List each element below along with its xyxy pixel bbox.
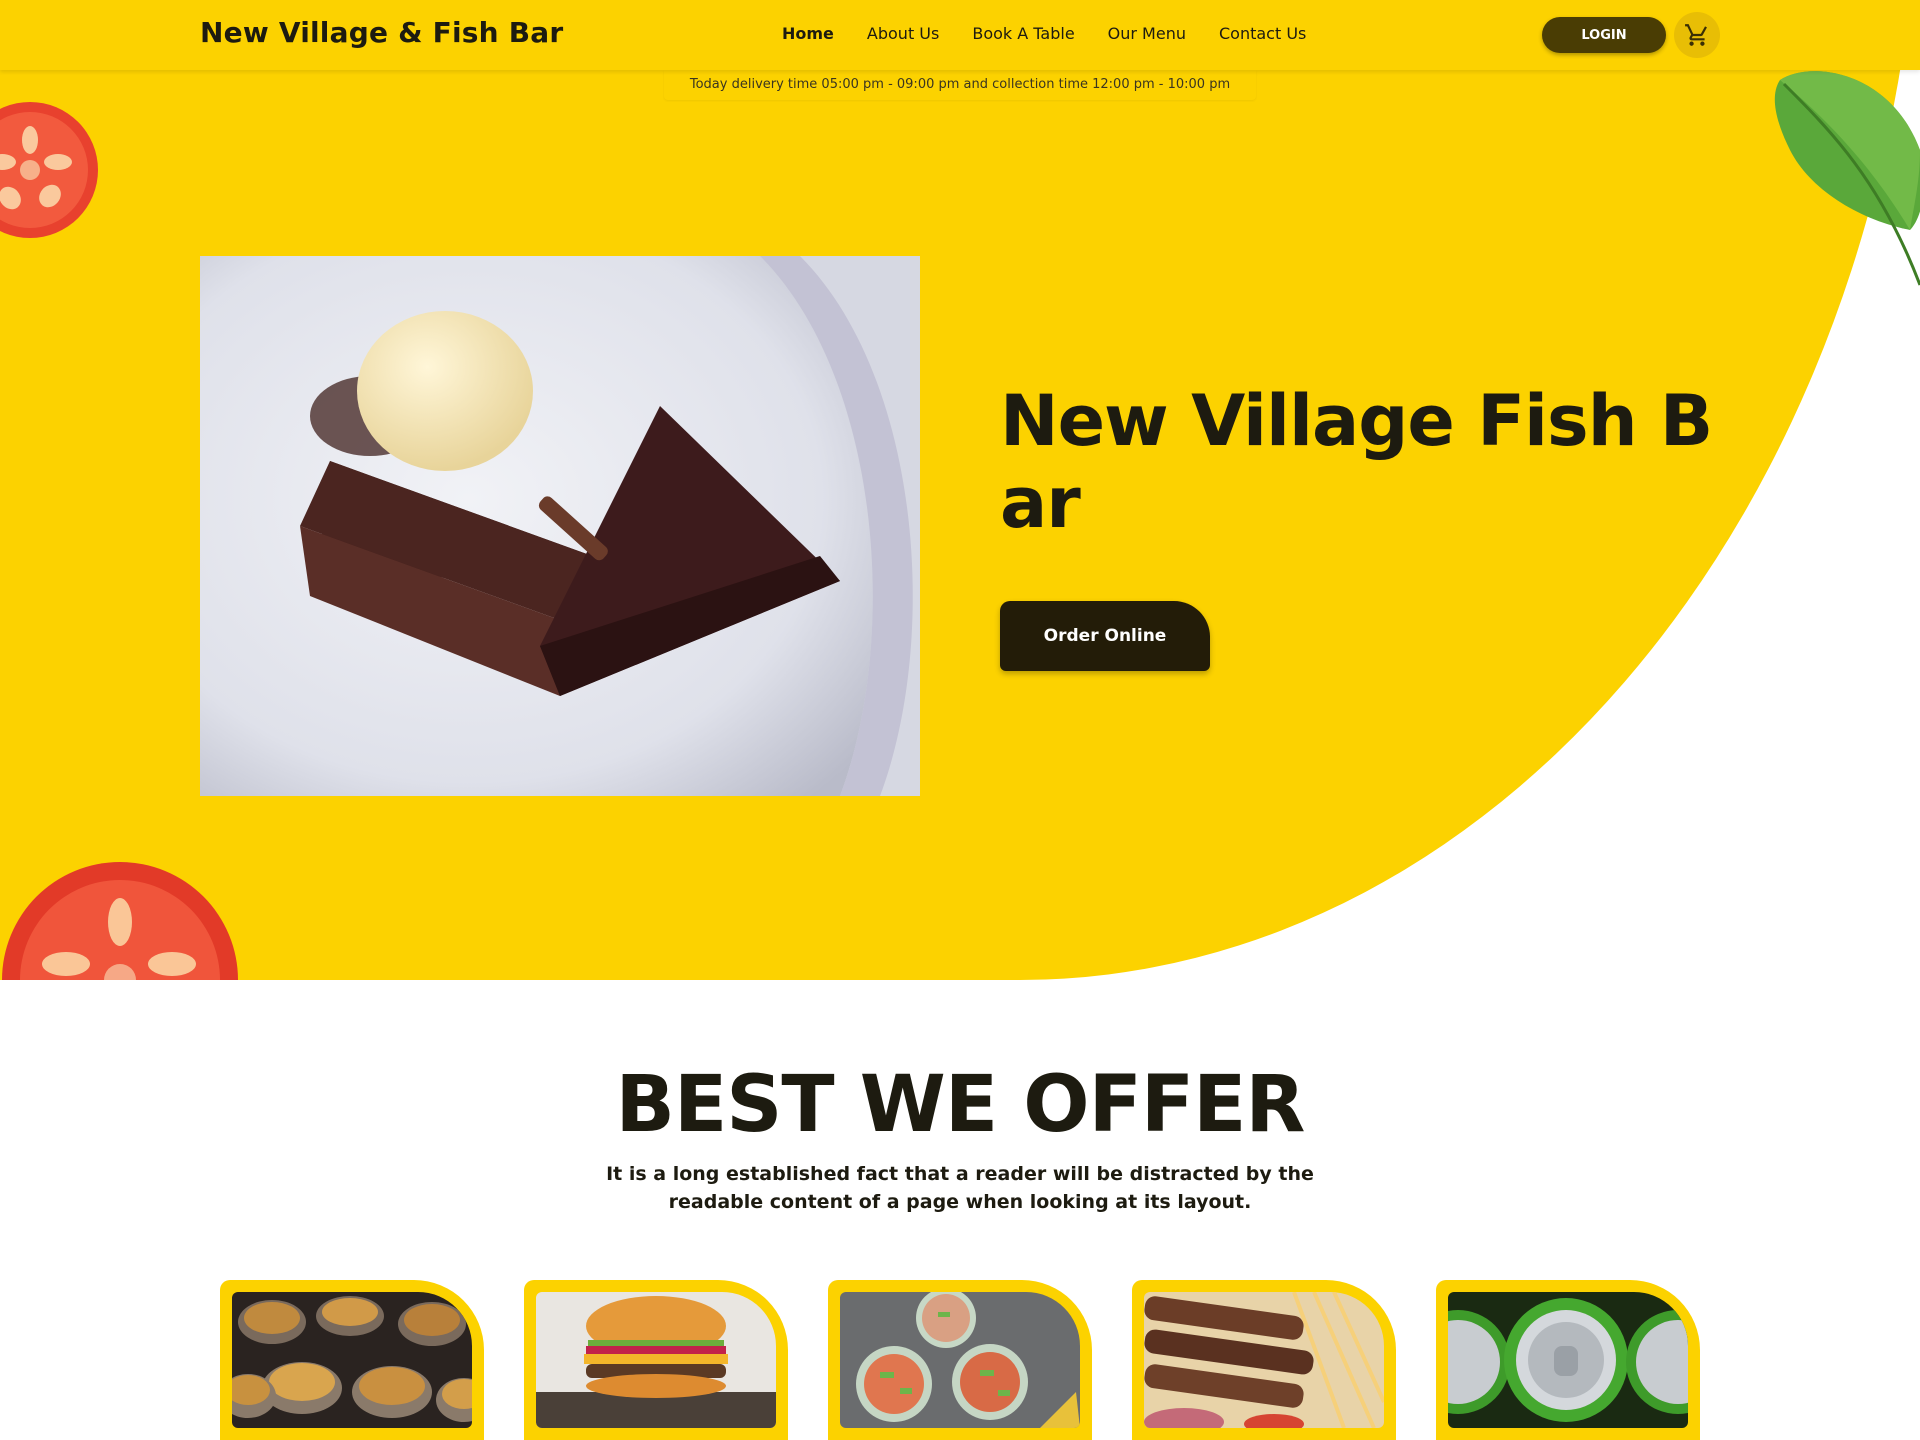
offer-card-kebab[interactable] <box>1132 1280 1396 1440</box>
section-description: It is a long established fact that a rea… <box>606 1163 1314 1213</box>
cart-button[interactable] <box>1674 12 1720 58</box>
offer-card-drinks[interactable] <box>1436 1280 1700 1440</box>
hero-food-image <box>200 256 920 796</box>
offer-card-salad[interactable] <box>828 1280 1092 1440</box>
nav-our-menu[interactable]: Our Menu <box>1108 24 1186 43</box>
site-logo[interactable]: New Village & Fish Bar <box>200 16 563 49</box>
top-header: New Village & Fish Bar Home About Us Boo… <box>0 0 1920 70</box>
hero-title: New Village Fish Bar <box>1000 380 1713 544</box>
burger-image <box>536 1292 776 1428</box>
nav-contact-us[interactable]: Contact Us <box>1219 24 1306 43</box>
offer-cards <box>220 1280 1700 1440</box>
soda-cans-image <box>1448 1292 1688 1428</box>
nav-book-a-table[interactable]: Book A Table <box>972 24 1074 43</box>
offer-card-pies[interactable] <box>220 1280 484 1440</box>
section-title: BEST WE OFFER <box>615 1060 1306 1150</box>
cart-icon <box>1685 24 1707 46</box>
pies-image <box>232 1292 472 1428</box>
order-online-button[interactable]: Order Online <box>1000 601 1210 671</box>
nav-home[interactable]: Home <box>782 24 834 43</box>
login-button[interactable]: LOGIN <box>1542 17 1666 53</box>
nav-about-us[interactable]: About Us <box>867 24 939 43</box>
kebab-skewers-image <box>1144 1292 1384 1428</box>
delivery-time-notice: Today delivery time 05:00 pm - 09:00 pm … <box>664 70 1256 100</box>
main-nav: Home About Us Book A Table Our Menu Cont… <box>782 24 1339 43</box>
basil-leaf-image <box>1770 60 1920 290</box>
offer-card-burger[interactable] <box>524 1280 788 1440</box>
salad-cups-image <box>840 1292 1080 1428</box>
